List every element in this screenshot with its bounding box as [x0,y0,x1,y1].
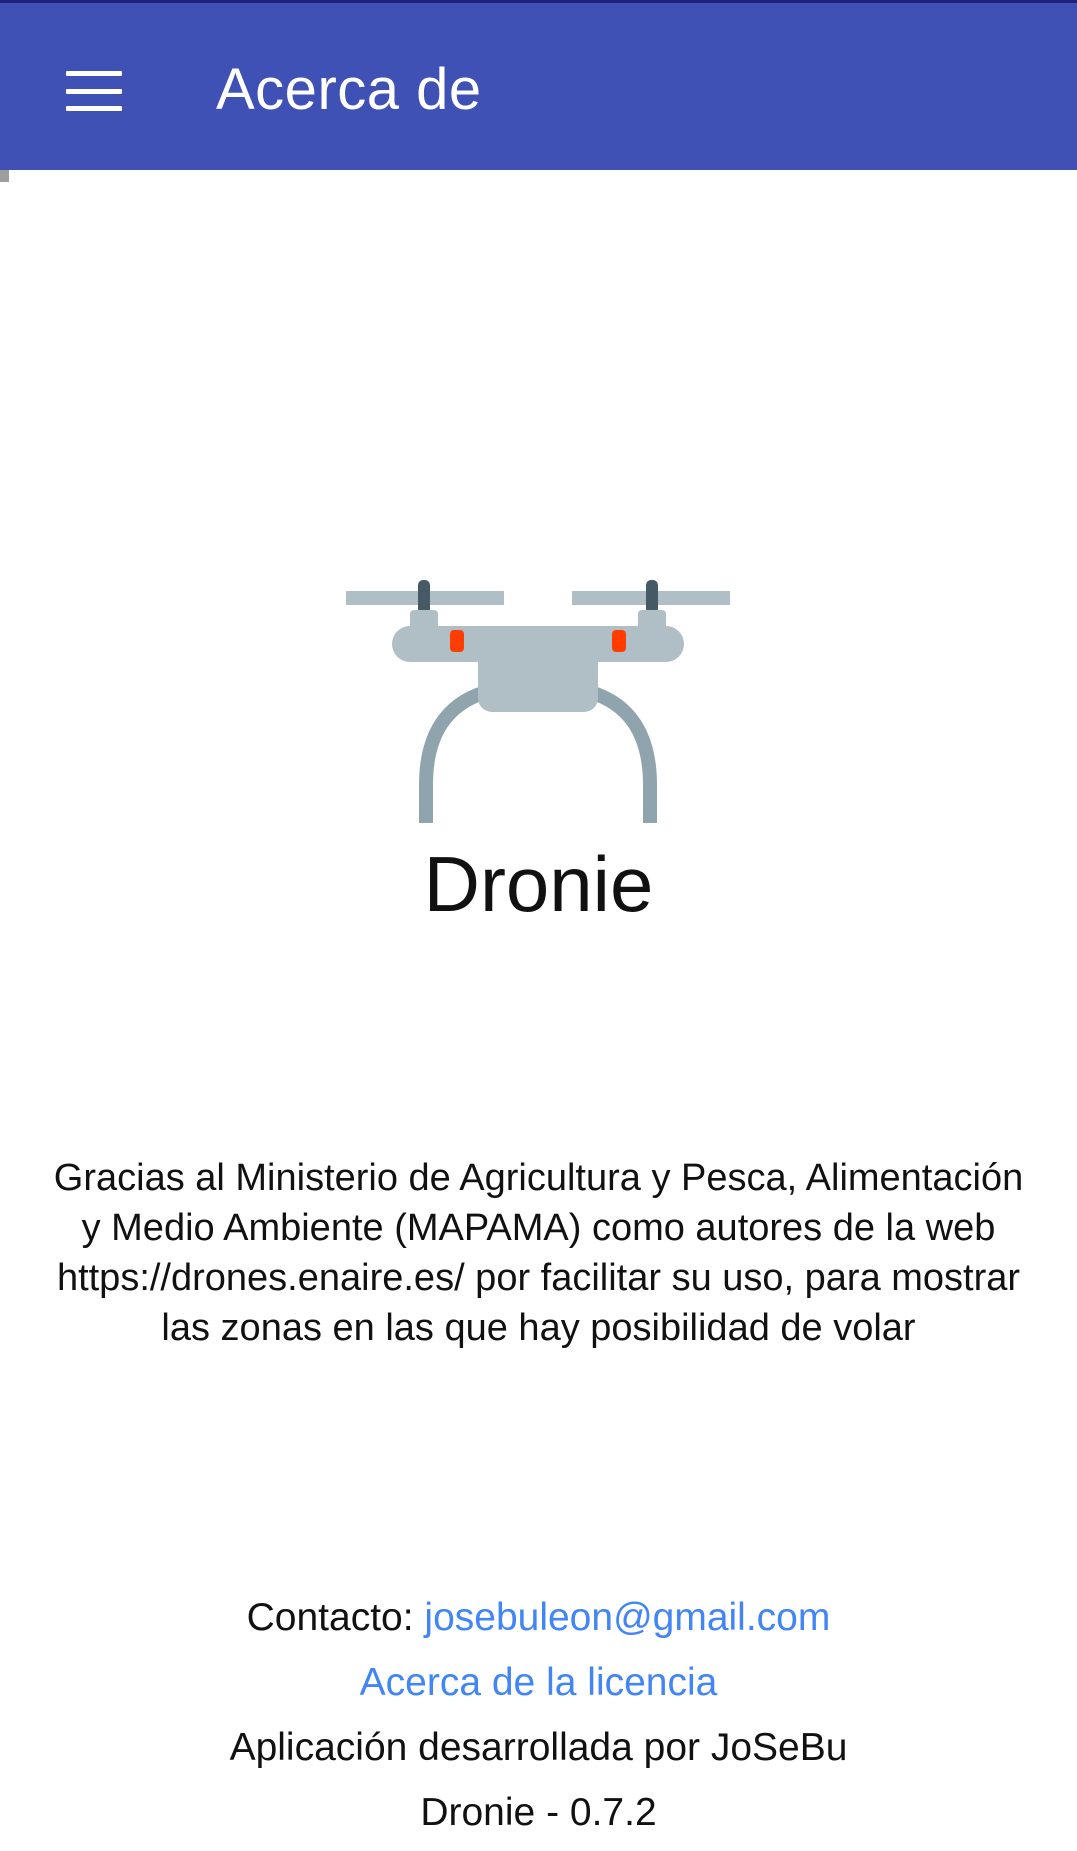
license-line: Acerca de la licencia [0,1658,1077,1708]
license-link[interactable]: Acerca de la licencia [360,1661,718,1704]
about-screen: Acerca de Dronie Gracias al Ministerio d… [0,0,1077,1851]
app-version: Dronie - 0.7.2 [420,1791,657,1834]
developer-credit: Aplicación desarrollada por JoSeBu [229,1726,848,1769]
scroll-indicator [0,170,9,182]
hamburger-menu-icon [66,71,122,111]
acknowledgement-text: Gracias al Ministerio de Agricultura y P… [53,1157,1024,1349]
contact-email-link[interactable]: josebuleon@gmail.com [424,1596,830,1639]
drone-icon [346,580,730,823]
app-name: Dronie [423,840,654,928]
page-title: Acerca de [216,57,482,122]
contact-line: Contacto: josebuleon@gmail.com [0,1593,1077,1643]
menu-button[interactable] [48,45,140,137]
contact-label: Contacto: [246,1596,425,1639]
app-bar: Acerca de [0,0,1077,170]
